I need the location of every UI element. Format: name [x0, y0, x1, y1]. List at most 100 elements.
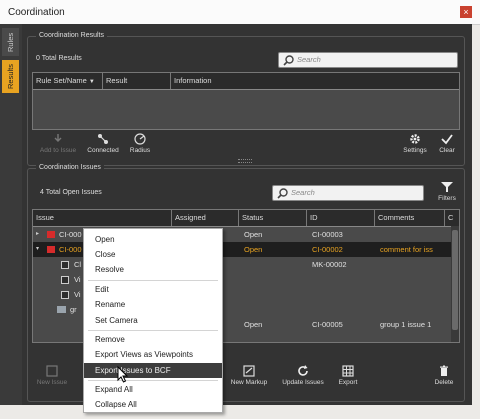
connected-icon [98, 134, 108, 144]
menu-item-close[interactable]: Close [84, 247, 222, 262]
radius-label: Radius [129, 147, 151, 154]
column-information[interactable]: Information [171, 73, 459, 89]
radius-icon [134, 133, 146, 145]
issues-search-input[interactable]: Search [272, 185, 424, 201]
column-label: Rule Set/Name [36, 76, 87, 85]
issue-id-cell: MK-00002 [312, 260, 347, 269]
new-markup-label: New Markup [230, 379, 268, 386]
coordination-window: Coordination × Rules Results Coordinatio… [0, 0, 480, 405]
column-c[interactable]: C [445, 210, 459, 226]
issue-issue-cell: Cl [74, 260, 82, 269]
update-issues-label: Update Issues [282, 379, 324, 386]
export-grid-icon [342, 365, 354, 377]
menu-item-expand-all[interactable]: Expand All [84, 382, 222, 397]
issue-issue-cell: Vi [74, 275, 81, 284]
issues-search-placeholder: Search [291, 188, 315, 197]
issues-section-title: Coordination Issues [36, 164, 104, 171]
issue-flag-icon [47, 231, 55, 238]
new-markup-button[interactable]: New Markup [228, 365, 270, 386]
column-rule-set-name[interactable]: Rule Set/Name ▼ [33, 73, 103, 89]
clear-button[interactable]: Clear [434, 133, 460, 154]
mouse-cursor-icon [117, 366, 129, 383]
expand-arrow-icon[interactable]: ▸ [36, 227, 39, 242]
new-issue-button[interactable]: New Issue [34, 365, 70, 386]
column-issue[interactable]: Issue [33, 210, 172, 226]
add-to-issue-button[interactable]: Add to Issue [36, 133, 80, 154]
tab-results[interactable]: Results [2, 60, 19, 93]
settings-label: Settings [403, 147, 427, 154]
issue-comments-cell: group 1 issue 1 [380, 320, 432, 329]
menu-item-collapse-all[interactable]: Collapse All [84, 397, 222, 412]
tab-rules[interactable]: Rules [2, 28, 19, 56]
viewpoint-icon [61, 276, 69, 284]
search-icon [277, 188, 288, 199]
issue-comments-cell: comment for iss [380, 245, 433, 254]
menu-item-set-camera[interactable]: Set Camera [84, 313, 222, 328]
issues-count: 4 Total Open Issues [40, 189, 102, 196]
results-search-input[interactable]: Search [278, 52, 458, 68]
add-to-issue-label: Add to Issue [39, 147, 77, 154]
delete-label: Delete [434, 379, 454, 386]
column-result[interactable]: Result [103, 73, 171, 89]
splitter-handle[interactable] [238, 159, 252, 163]
column-status[interactable]: Status [239, 210, 307, 226]
connected-label: Connected [87, 147, 119, 154]
column-assigned[interactable]: Assigned [172, 210, 239, 226]
menu-item-export-views-as-viewpoints[interactable]: Export Views as Viewpoints [84, 347, 222, 362]
menu-item-edit[interactable]: Edit [84, 282, 222, 297]
menu-item-rename[interactable]: Rename [84, 297, 222, 312]
folder-icon [57, 306, 66, 313]
settings-button[interactable]: Settings [400, 133, 430, 154]
issue-issue-cell: CI-000 [59, 230, 82, 239]
update-issues-button[interactable]: Update Issues [278, 365, 328, 386]
side-tab-strip: Rules Results [0, 24, 22, 405]
close-button[interactable]: × [460, 6, 472, 18]
export-button[interactable]: Export [333, 365, 363, 386]
filter-icon [441, 182, 453, 192]
search-icon [283, 55, 294, 66]
results-section-title: Coordination Results [36, 32, 107, 39]
clash-item-icon [61, 261, 69, 269]
chevron-down-icon: ▼ [88, 79, 95, 85]
delete-button[interactable]: Delete [430, 365, 458, 386]
new-issue-icon [46, 365, 58, 377]
menu-separator [88, 280, 218, 281]
results-count: 0 Total Results [36, 55, 82, 62]
vertical-scrollbar[interactable] [451, 226, 459, 342]
issue-status-cell: Open [244, 230, 263, 239]
filters-button[interactable]: Filters [434, 181, 460, 202]
collapse-arrow-icon[interactable]: ▾ [36, 242, 39, 257]
trash-icon [440, 365, 448, 376]
issue-status-cell: Open [244, 245, 263, 254]
issue-issue-cell: CI-000 [59, 245, 82, 254]
window-title: Coordination [8, 7, 65, 18]
radius-button[interactable]: Radius [125, 133, 155, 154]
filters-label: Filters [438, 195, 456, 202]
issues-grid-header: Issue Assigned Status ID Comments C [33, 210, 459, 227]
issue-issue-cell: gr [70, 305, 77, 314]
title-bar: Coordination × [0, 0, 480, 25]
menu-item-remove[interactable]: Remove [84, 332, 222, 347]
markup-icon [243, 365, 255, 377]
menu-item-open[interactable]: Open [84, 232, 222, 247]
clear-label: Clear [439, 147, 455, 154]
issue-status-cell: Open [244, 320, 263, 329]
add-to-issue-icon [54, 134, 62, 142]
menu-item-export-issues-to-bcf[interactable]: Export Issues to BCF [84, 363, 222, 378]
connected-button[interactable]: Connected [83, 133, 123, 154]
issue-id-cell: CI-00003 [312, 230, 343, 239]
refresh-icon [298, 365, 308, 376]
results-grid: Rule Set/Name ▼ Result Information [32, 72, 460, 130]
issue-id-cell: CI-00005 [312, 320, 343, 329]
new-issue-label: New Issue [36, 379, 68, 386]
issue-flag-icon [47, 246, 55, 253]
results-search-placeholder: Search [297, 55, 321, 64]
context-menu: Open Close Resolve Edit Rename Set Camer… [83, 228, 223, 413]
menu-item-resolve[interactable]: Resolve [84, 262, 222, 277]
column-comments[interactable]: Comments [375, 210, 445, 226]
coordination-results-panel: Coordination Results 0 Total Results Sea… [27, 32, 465, 166]
menu-separator [88, 380, 218, 381]
column-id[interactable]: ID [307, 210, 375, 226]
issue-issue-cell: Vi [74, 290, 81, 299]
checkmark-icon [441, 134, 453, 145]
